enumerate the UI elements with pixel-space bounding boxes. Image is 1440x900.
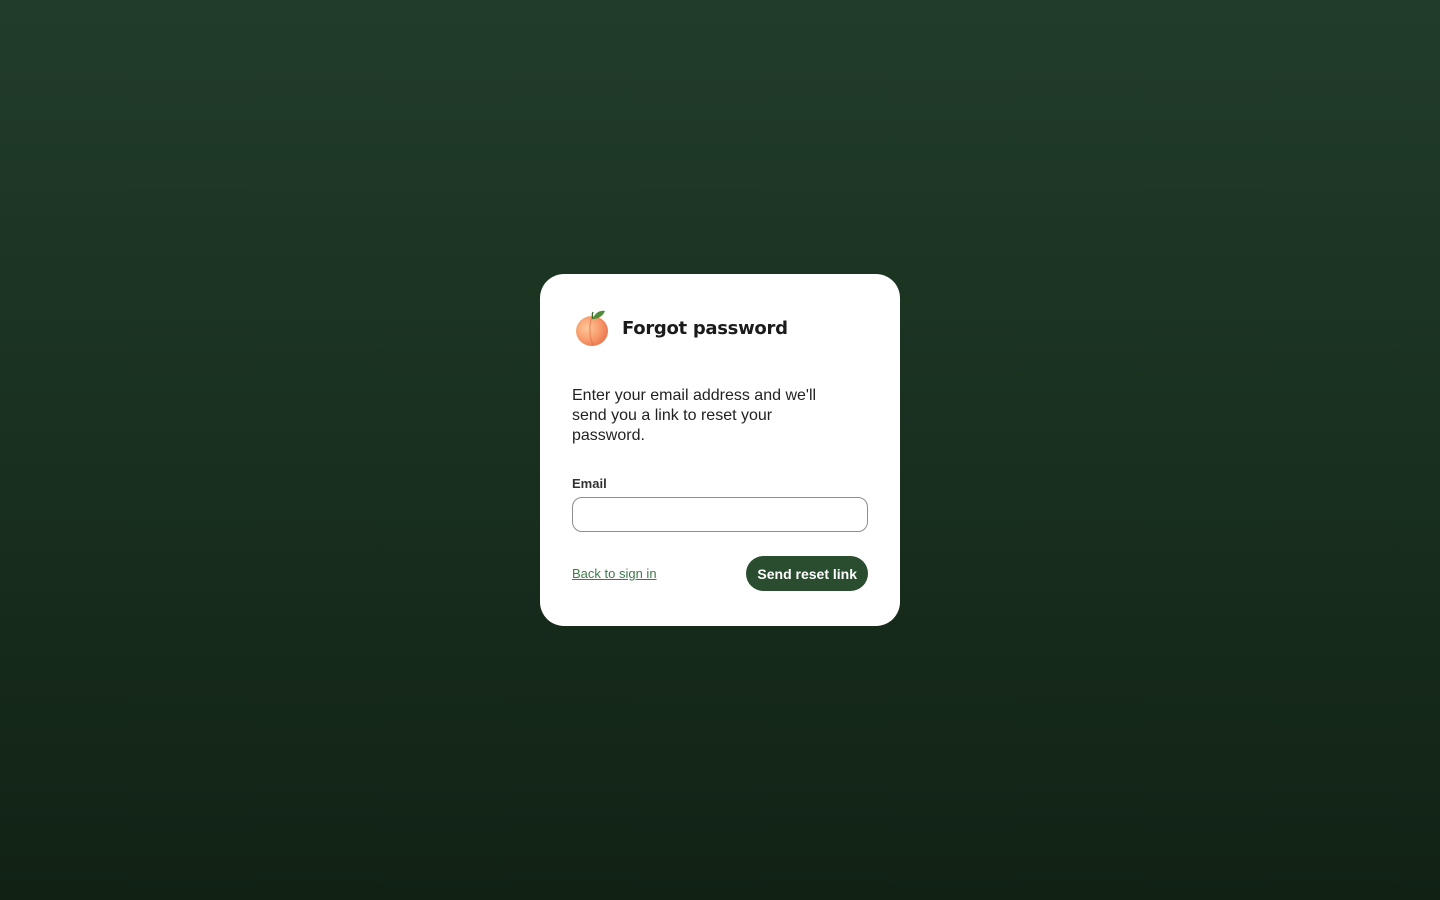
instructions-text: Enter your email address and we'll send … [572,387,817,444]
email-label: Email [572,476,607,491]
email-field[interactable] [572,497,868,532]
form-actions: Back to sign in Send reset link [572,556,868,591]
page-title: Forgot password [622,317,788,339]
forgot-password-card: Forgot password Enter your email address… [540,274,900,626]
back-to-sign-in-link[interactable]: Back to sign in [572,566,657,581]
card-header: Forgot password [572,308,868,348]
peach-icon [576,310,608,346]
send-reset-link-button[interactable]: Send reset link [746,556,868,591]
